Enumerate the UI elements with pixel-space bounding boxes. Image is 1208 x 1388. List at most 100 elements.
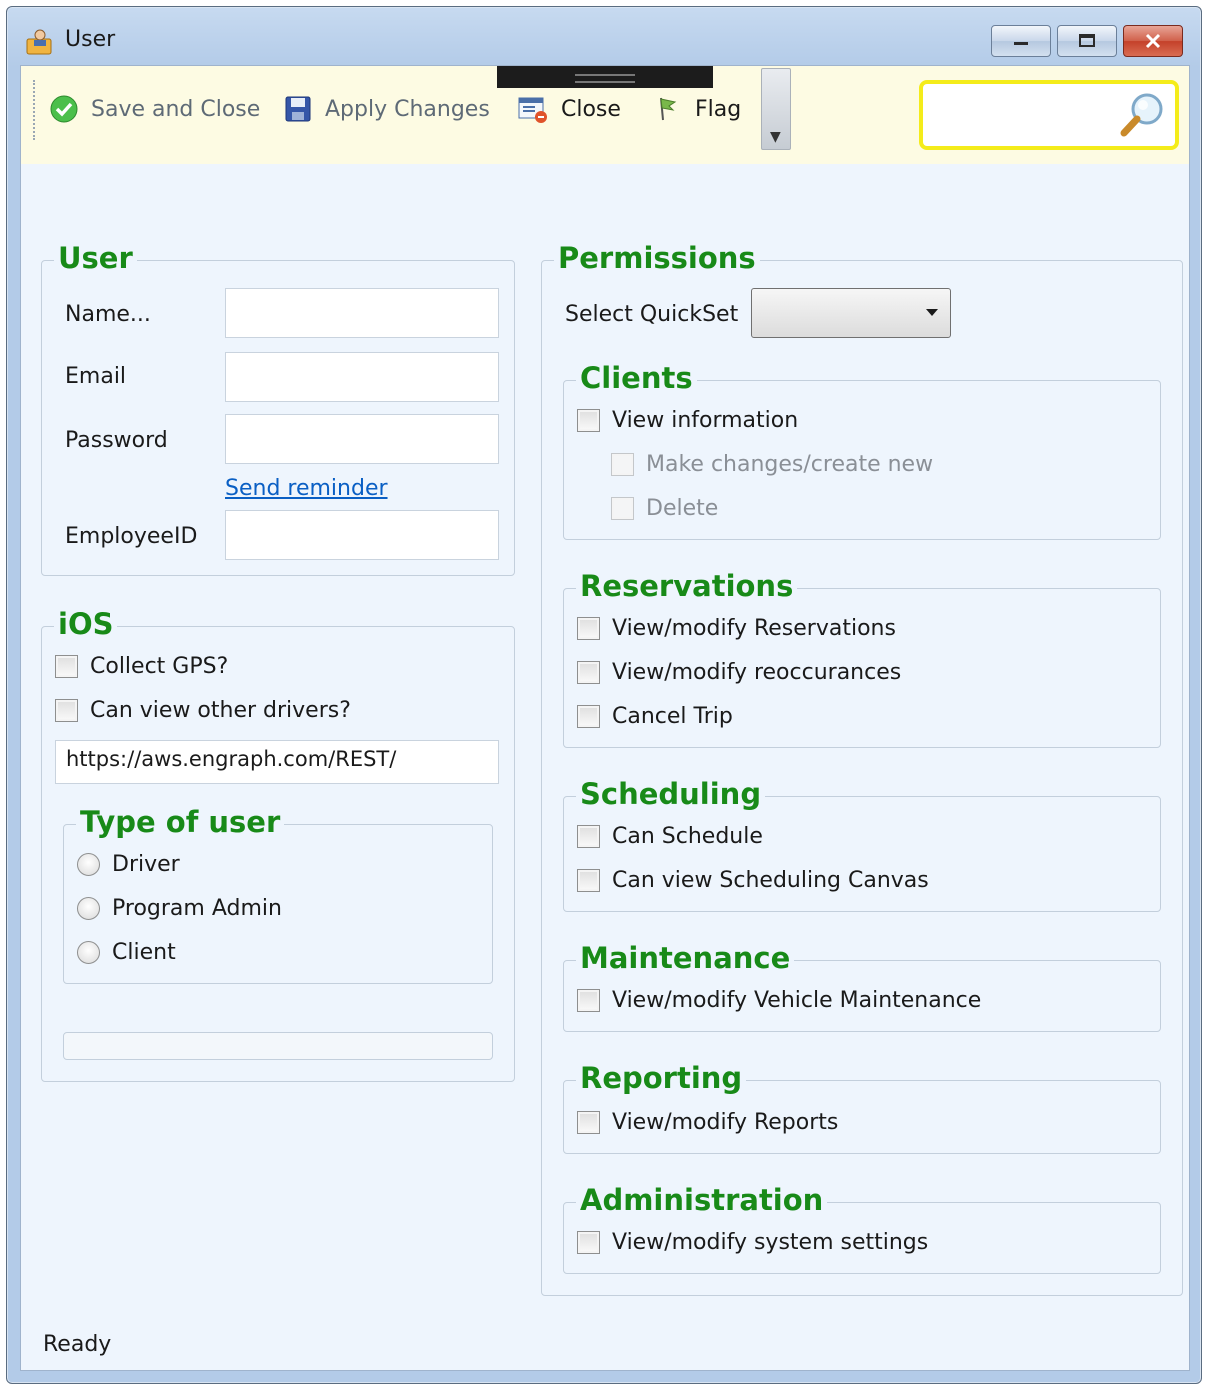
close-window-button[interactable] (1123, 25, 1183, 57)
checkbox-box[interactable] (577, 825, 600, 848)
password-input[interactable] (225, 414, 499, 464)
checkbox-box[interactable] (577, 989, 600, 1012)
view-other-drivers-checkbox[interactable]: Can view other drivers? (55, 698, 351, 723)
reservations-view-modify-label: View/modify Reservations (612, 616, 896, 641)
reservations-reoccurances-checkbox[interactable]: View/modify reoccurances (577, 660, 901, 685)
checkbox-box[interactable] (577, 409, 600, 432)
quickset-select[interactable] (751, 288, 951, 338)
search-icon[interactable] (1117, 90, 1167, 140)
user-app-icon (26, 29, 52, 55)
toolbar: Save and Close Apply Changes Close Flag … (21, 66, 1189, 164)
quickset-label: Select QuickSet (565, 302, 739, 327)
checkbox-box[interactable] (577, 661, 600, 684)
clients-make-changes-checkbox[interactable]: Make changes/create new (611, 452, 933, 477)
radio-client-label: Client (112, 940, 176, 965)
reservations-cancel-trip-checkbox[interactable]: Cancel Trip (577, 704, 733, 729)
checkbox-box[interactable] (55, 655, 78, 678)
name-label: Name... (65, 302, 151, 327)
reservations-reoccurances-label: View/modify reoccurances (612, 660, 902, 685)
chevron-down-icon: ▼ (770, 129, 781, 145)
checkbox-box[interactable] (577, 617, 600, 640)
ios-legend: iOS (54, 607, 118, 641)
restore-icon (1079, 34, 1095, 47)
status-text: Ready (43, 1332, 112, 1357)
maximize-button[interactable] (1057, 25, 1117, 57)
checkbox-box[interactable] (611, 497, 634, 520)
search-box[interactable] (919, 80, 1179, 150)
checkbox-box[interactable] (55, 699, 78, 722)
system-settings-checkbox[interactable]: View/modify system settings (577, 1230, 928, 1255)
toolbar-drag-handle[interactable] (497, 66, 713, 88)
minimize-button[interactable] (991, 25, 1051, 57)
reservations-view-modify-checkbox[interactable]: View/modify Reservations (577, 616, 896, 641)
window-title: User (65, 27, 116, 52)
checkbox-box[interactable] (577, 705, 600, 728)
save-and-close-button[interactable]: Save and Close (49, 94, 260, 124)
search-input[interactable] (929, 94, 1109, 134)
save-and-close-label: Save and Close (91, 96, 261, 122)
flag-button[interactable]: Flag (653, 94, 741, 124)
reports-checkbox[interactable]: View/modify Reports (577, 1110, 838, 1135)
user-legend: User (54, 241, 137, 275)
scheduling-legend: Scheduling (576, 777, 766, 811)
close-form-icon (518, 97, 547, 123)
dropdown-arrow-icon (926, 309, 938, 316)
close-label: Close (561, 96, 621, 122)
apply-changes-label: Apply Changes (325, 96, 490, 122)
email-label: Email (65, 364, 127, 389)
radio-client[interactable]: Client (77, 940, 176, 965)
scheduling-canvas-label: Can view Scheduling Canvas (612, 868, 929, 893)
email-input[interactable] (225, 352, 499, 402)
minimize-icon (1014, 42, 1028, 45)
close-button[interactable]: Close (517, 94, 621, 124)
clients-legend: Clients (576, 361, 697, 395)
close-icon (1145, 33, 1161, 49)
view-other-drivers-label: Can view other drivers? (90, 698, 351, 723)
scheduling-canvas-checkbox[interactable]: Can view Scheduling Canvas (577, 868, 929, 893)
system-settings-label: View/modify system settings (612, 1230, 929, 1255)
radio-circle[interactable] (77, 897, 100, 920)
clients-view-information-checkbox[interactable]: View information (577, 408, 798, 433)
employee-id-input[interactable] (225, 510, 499, 560)
apply-changes-button[interactable]: Apply Changes (283, 94, 490, 124)
password-label: Password (65, 428, 168, 453)
reservations-legend: Reservations (576, 569, 798, 603)
toolbar-overflow-button[interactable]: ▼ (761, 68, 791, 150)
flag-icon (660, 97, 677, 121)
floppy-disk-icon (285, 96, 311, 122)
clients-view-information-label: View information (612, 408, 799, 433)
administration-legend: Administration (576, 1183, 828, 1217)
scheduling-group: Scheduling (563, 777, 1161, 912)
checkbox-box[interactable] (577, 1231, 600, 1254)
radio-circle[interactable] (77, 941, 100, 964)
maintenance-legend: Maintenance (576, 941, 795, 975)
reporting-legend: Reporting (576, 1061, 747, 1095)
reservations-cancel-trip-label: Cancel Trip (612, 704, 733, 729)
radio-program-admin[interactable]: Program Admin (77, 896, 282, 921)
client-area: Save and Close Apply Changes Close Flag … (20, 65, 1190, 1371)
clients-delete-label: Delete (646, 496, 719, 521)
user-window: User Save and Close Apply Changes Close … (6, 6, 1202, 1384)
clients-delete-checkbox[interactable]: Delete (611, 496, 718, 521)
can-schedule-label: Can Schedule (612, 824, 763, 849)
radio-program-admin-label: Program Admin (112, 896, 282, 921)
collect-gps-checkbox[interactable]: Collect GPS? (55, 654, 228, 679)
progress-bar (63, 1032, 493, 1060)
check-icon (50, 95, 78, 123)
send-reminder-link[interactable]: Send reminder (225, 476, 388, 501)
collect-gps-label: Collect GPS? (90, 654, 229, 679)
can-schedule-checkbox[interactable]: Can Schedule (577, 824, 763, 849)
toolbar-grip[interactable] (33, 80, 37, 140)
checkbox-box[interactable] (577, 1111, 600, 1134)
flag-label: Flag (695, 96, 742, 122)
permissions-legend: Permissions (554, 241, 760, 275)
title-bar[interactable]: User (7, 7, 1201, 67)
checkbox-box[interactable] (577, 869, 600, 892)
radio-circle[interactable] (77, 853, 100, 876)
radio-driver[interactable]: Driver (77, 852, 180, 877)
vehicle-maintenance-checkbox[interactable]: View/modify Vehicle Maintenance (577, 988, 981, 1013)
name-input[interactable] (225, 288, 499, 338)
checkbox-box[interactable] (611, 453, 634, 476)
radio-driver-label: Driver (112, 852, 180, 877)
rest-url-field[interactable]: https://aws.engraph.com/REST/ (55, 740, 499, 784)
